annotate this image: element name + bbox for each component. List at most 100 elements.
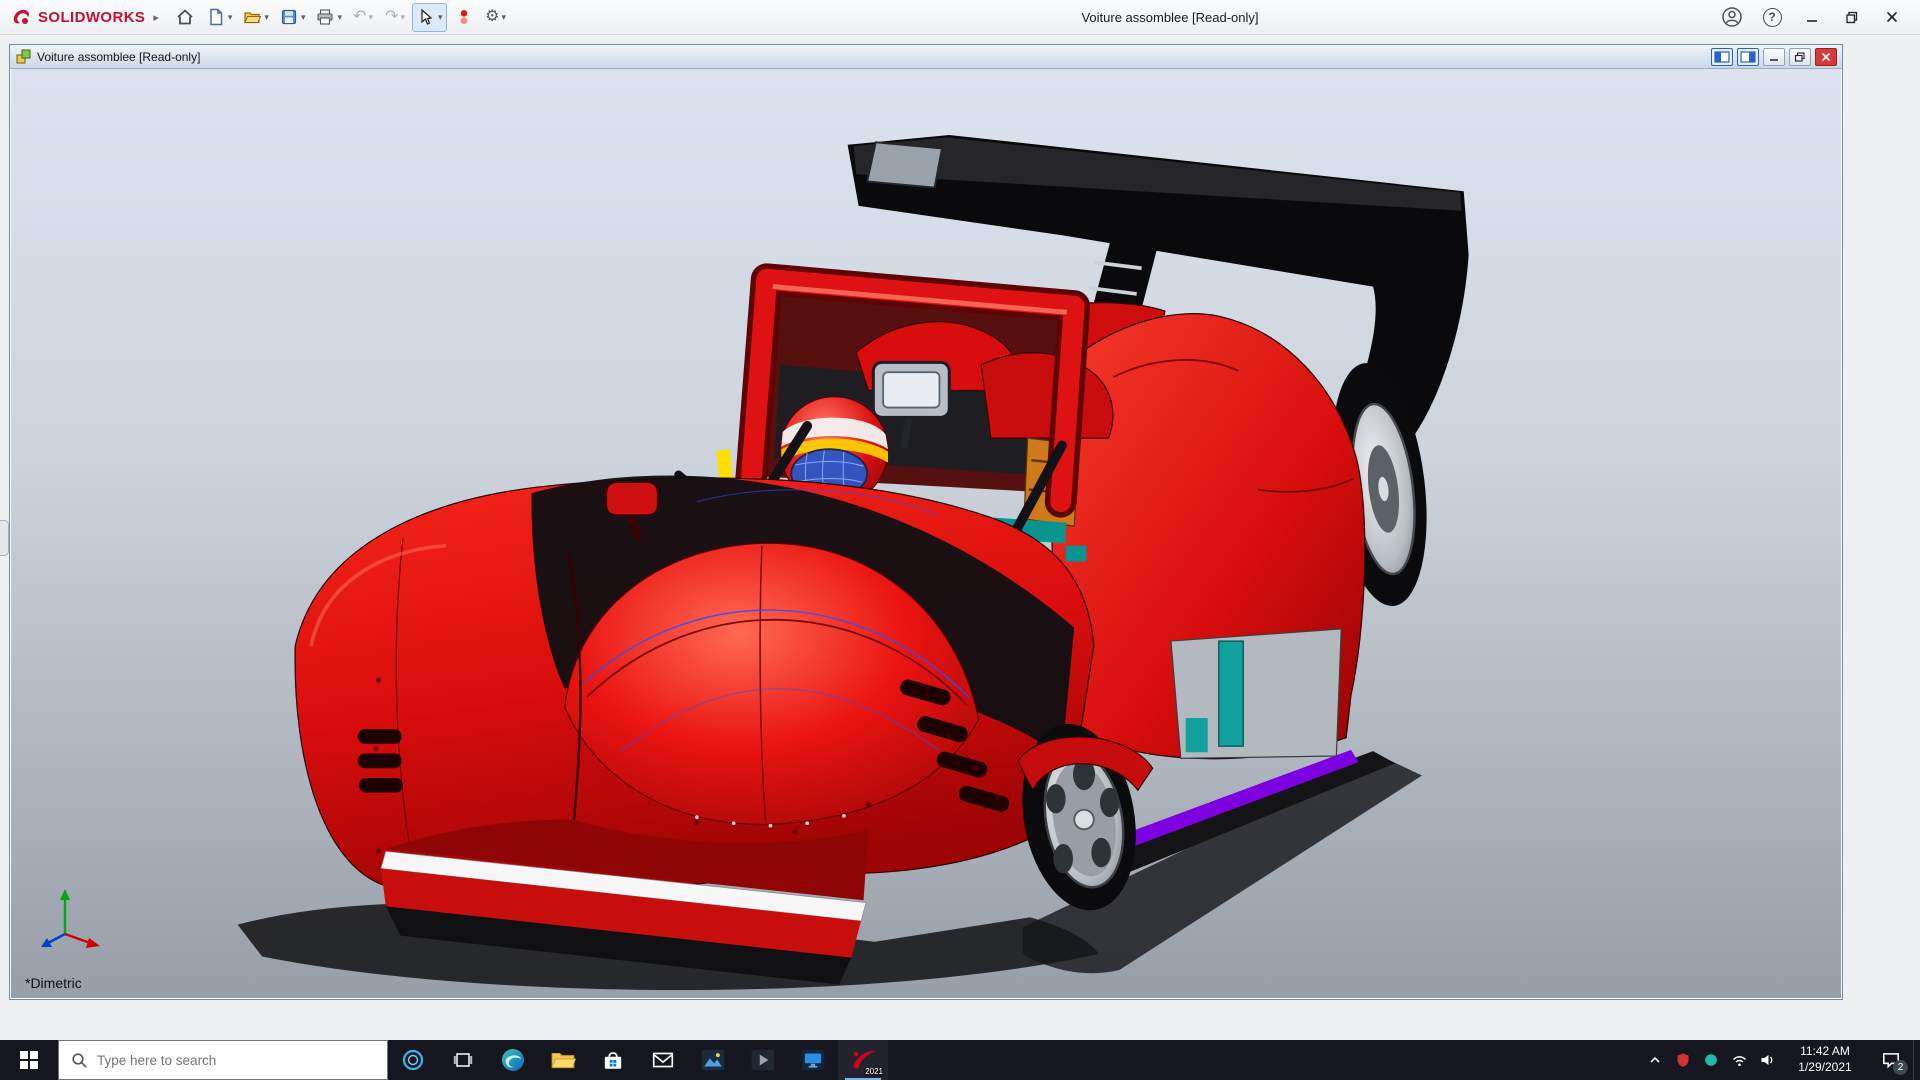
select-tool-button[interactable]: ▾ xyxy=(412,3,447,32)
task-view-icon xyxy=(453,1050,473,1070)
view-orientation-label: *Dimetric xyxy=(25,975,82,991)
menu-bar: SOLIDWORKS ▸ ▾ ▾ ▾ xyxy=(0,0,1920,35)
media-player-button[interactable] xyxy=(738,1040,788,1080)
cortana-icon xyxy=(401,1048,425,1072)
open-button[interactable]: ▾ xyxy=(238,3,273,32)
select-tool-caret[interactable]: ▾ xyxy=(438,13,443,22)
brand-name: SOLIDWORKS xyxy=(38,9,145,26)
redo-icon: ↷ xyxy=(385,9,398,25)
redo-button[interactable]: ↷ ▾ xyxy=(380,3,410,32)
photos-button[interactable] xyxy=(688,1040,738,1080)
action-center-button[interactable]: 2 xyxy=(1869,1040,1913,1080)
document-close-icon xyxy=(1820,52,1832,62)
mail-icon xyxy=(651,1048,675,1072)
tray-chat[interactable] xyxy=(1697,1040,1725,1080)
save-button[interactable]: ▾ xyxy=(275,3,310,32)
document-close-button[interactable] xyxy=(1815,48,1837,66)
account-button[interactable] xyxy=(1714,3,1750,32)
document-title: Voiture assomblee [Read-only] xyxy=(37,50,200,64)
front-body[interactable] xyxy=(295,475,1094,896)
volume-icon xyxy=(1759,1052,1775,1068)
help-icon: ? xyxy=(1763,8,1782,27)
print-icon xyxy=(315,7,335,27)
restore-icon xyxy=(1845,10,1859,24)
minimize-button[interactable] xyxy=(1794,3,1830,32)
display-settings-icon xyxy=(800,1047,826,1073)
store-button[interactable] xyxy=(588,1040,638,1080)
taskbar: 2021 xyxy=(0,1040,1920,1080)
search-input[interactable] xyxy=(97,1053,347,1068)
snap-left-icon xyxy=(1714,51,1730,63)
print-button[interactable]: ▾ xyxy=(311,3,346,32)
document-restore-button[interactable] xyxy=(1789,48,1811,66)
snap-right-icon xyxy=(1740,51,1756,63)
restore-button[interactable] xyxy=(1834,3,1870,32)
microsoft-store-icon xyxy=(601,1048,625,1072)
car-3d-model[interactable] xyxy=(11,69,1841,998)
undo-caret[interactable]: ▾ xyxy=(368,13,373,22)
cortana-button[interactable] xyxy=(388,1040,438,1080)
rebuild-icon xyxy=(454,7,474,27)
solidworks-taskbar-button[interactable]: 2021 xyxy=(838,1040,888,1080)
user-account-icon xyxy=(1721,6,1743,28)
new-document-button[interactable]: ▾ xyxy=(202,3,237,32)
print-caret[interactable]: ▾ xyxy=(337,13,342,22)
redo-caret[interactable]: ▾ xyxy=(400,13,405,22)
document-titlebar[interactable]: Voiture assomblee [Read-only] xyxy=(10,45,1842,69)
new-document-icon xyxy=(206,7,226,27)
solidworks-version-badge: 2021 xyxy=(864,1068,884,1077)
tray-overflow-button[interactable] xyxy=(1641,1040,1669,1080)
save-icon xyxy=(279,7,299,27)
snap-left-button[interactable] xyxy=(1711,48,1733,66)
task-pane-handle[interactable] xyxy=(0,520,9,556)
help-button[interactable]: ? xyxy=(1754,3,1790,32)
wifi-icon xyxy=(1731,1052,1748,1068)
home-icon xyxy=(175,7,195,27)
tray-security[interactable] xyxy=(1669,1040,1697,1080)
rebuild-button[interactable] xyxy=(449,3,479,32)
mail-button[interactable] xyxy=(638,1040,688,1080)
edge-browser-icon xyxy=(500,1047,526,1073)
file-explorer-button[interactable] xyxy=(538,1040,588,1080)
open-folder-icon xyxy=(242,7,262,27)
menu-expand-arrow[interactable]: ▸ xyxy=(153,11,159,24)
document-minimize-icon xyxy=(1768,52,1780,62)
home-button[interactable] xyxy=(170,3,200,32)
chat-icon xyxy=(1703,1052,1719,1068)
search-icon xyxy=(71,1052,88,1069)
start-button[interactable] xyxy=(0,1040,58,1080)
photos-icon xyxy=(700,1047,726,1073)
system-tray: 11:42 AM 1/29/2021 2 xyxy=(1641,1040,1920,1080)
graphics-viewport[interactable]: *Dimetric xyxy=(11,69,1841,998)
windows-start-icon xyxy=(20,1051,38,1069)
app-window-title: Voiture assomblee [Read-only] xyxy=(1081,10,1258,25)
display-settings-button[interactable] xyxy=(788,1040,838,1080)
tray-network[interactable] xyxy=(1725,1040,1753,1080)
close-button[interactable] xyxy=(1874,3,1910,32)
open-caret[interactable]: ▾ xyxy=(264,13,269,22)
task-view-button[interactable] xyxy=(438,1040,488,1080)
save-caret[interactable]: ▾ xyxy=(301,13,306,22)
document-minimize-button[interactable] xyxy=(1763,48,1785,66)
new-document-caret[interactable]: ▾ xyxy=(228,13,233,22)
minimize-icon xyxy=(1805,10,1819,24)
taskbar-search[interactable] xyxy=(58,1040,388,1080)
select-cursor-icon xyxy=(416,7,436,27)
clock-date: 1/29/2021 xyxy=(1798,1060,1851,1076)
edge-button[interactable] xyxy=(488,1040,538,1080)
assembly-document-icon xyxy=(15,48,32,65)
options-button[interactable]: ⚙ ▾ xyxy=(481,3,511,32)
taskbar-clock[interactable]: 11:42 AM 1/29/2021 xyxy=(1781,1040,1869,1080)
ds-logo-icon xyxy=(10,6,32,28)
snap-right-button[interactable] xyxy=(1737,48,1759,66)
orientation-triad xyxy=(25,880,109,964)
close-icon xyxy=(1885,10,1899,24)
shield-icon xyxy=(1675,1052,1691,1068)
options-caret[interactable]: ▾ xyxy=(501,13,506,22)
document-window: Voiture assomblee [Read-only] xyxy=(9,44,1843,1000)
tray-volume[interactable] xyxy=(1753,1040,1781,1080)
document-restore-icon xyxy=(1794,52,1806,62)
undo-button[interactable]: ↶ ▾ xyxy=(348,3,378,32)
solidworks-logo: SOLIDWORKS xyxy=(10,6,145,28)
show-desktop-button[interactable] xyxy=(1913,1040,1920,1080)
